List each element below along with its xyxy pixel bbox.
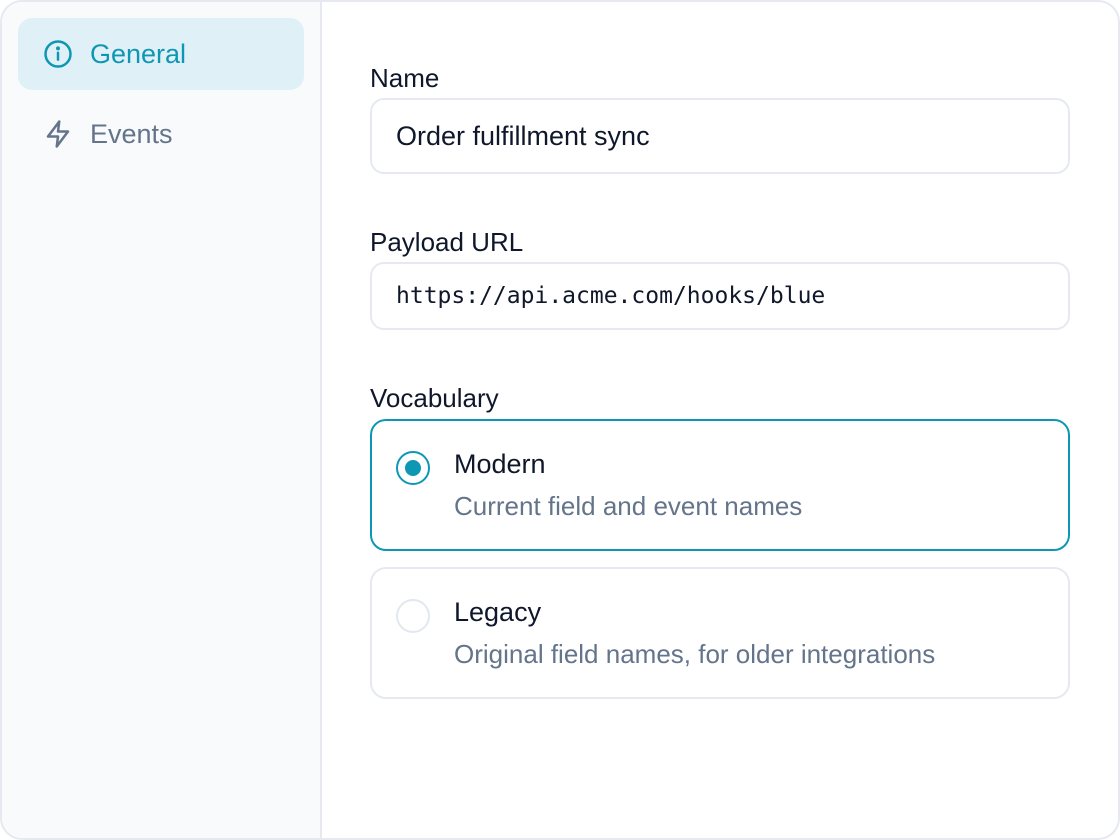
option-description: Current field and event names xyxy=(454,491,803,521)
settings-form: Name Payload URL Vocabulary Modern Curre… xyxy=(322,2,1118,838)
sidebar-item-label: Events xyxy=(90,118,173,149)
name-label: Name xyxy=(370,63,440,93)
webhook-settings-window: General Events Name Payload URL Vocabula… xyxy=(0,0,1120,840)
radio-button-selected[interactable] xyxy=(396,451,430,485)
option-description: Original field names, for older integrat… xyxy=(454,639,936,669)
info-circle-icon xyxy=(42,38,74,70)
sidebar-item-label: General xyxy=(90,38,187,69)
vocabulary-label: Vocabulary xyxy=(370,383,499,413)
sidebar: General Events xyxy=(2,2,322,838)
sidebar-item-general[interactable]: General xyxy=(18,18,304,90)
payload-url-label: Payload URL xyxy=(370,227,524,257)
option-title: Legacy xyxy=(454,597,542,627)
lightning-bolt-icon xyxy=(42,118,74,150)
vocabulary-option-legacy[interactable]: Legacy Original field names, for older i… xyxy=(370,567,1070,699)
vocabulary-option-modern[interactable]: Modern Current field and event names xyxy=(370,419,1070,551)
radio-button-unselected[interactable] xyxy=(396,599,430,633)
option-title: Modern xyxy=(454,449,546,479)
sidebar-item-events[interactable]: Events xyxy=(18,98,304,170)
name-input[interactable] xyxy=(370,98,1070,174)
payload-url-input[interactable] xyxy=(370,262,1070,330)
